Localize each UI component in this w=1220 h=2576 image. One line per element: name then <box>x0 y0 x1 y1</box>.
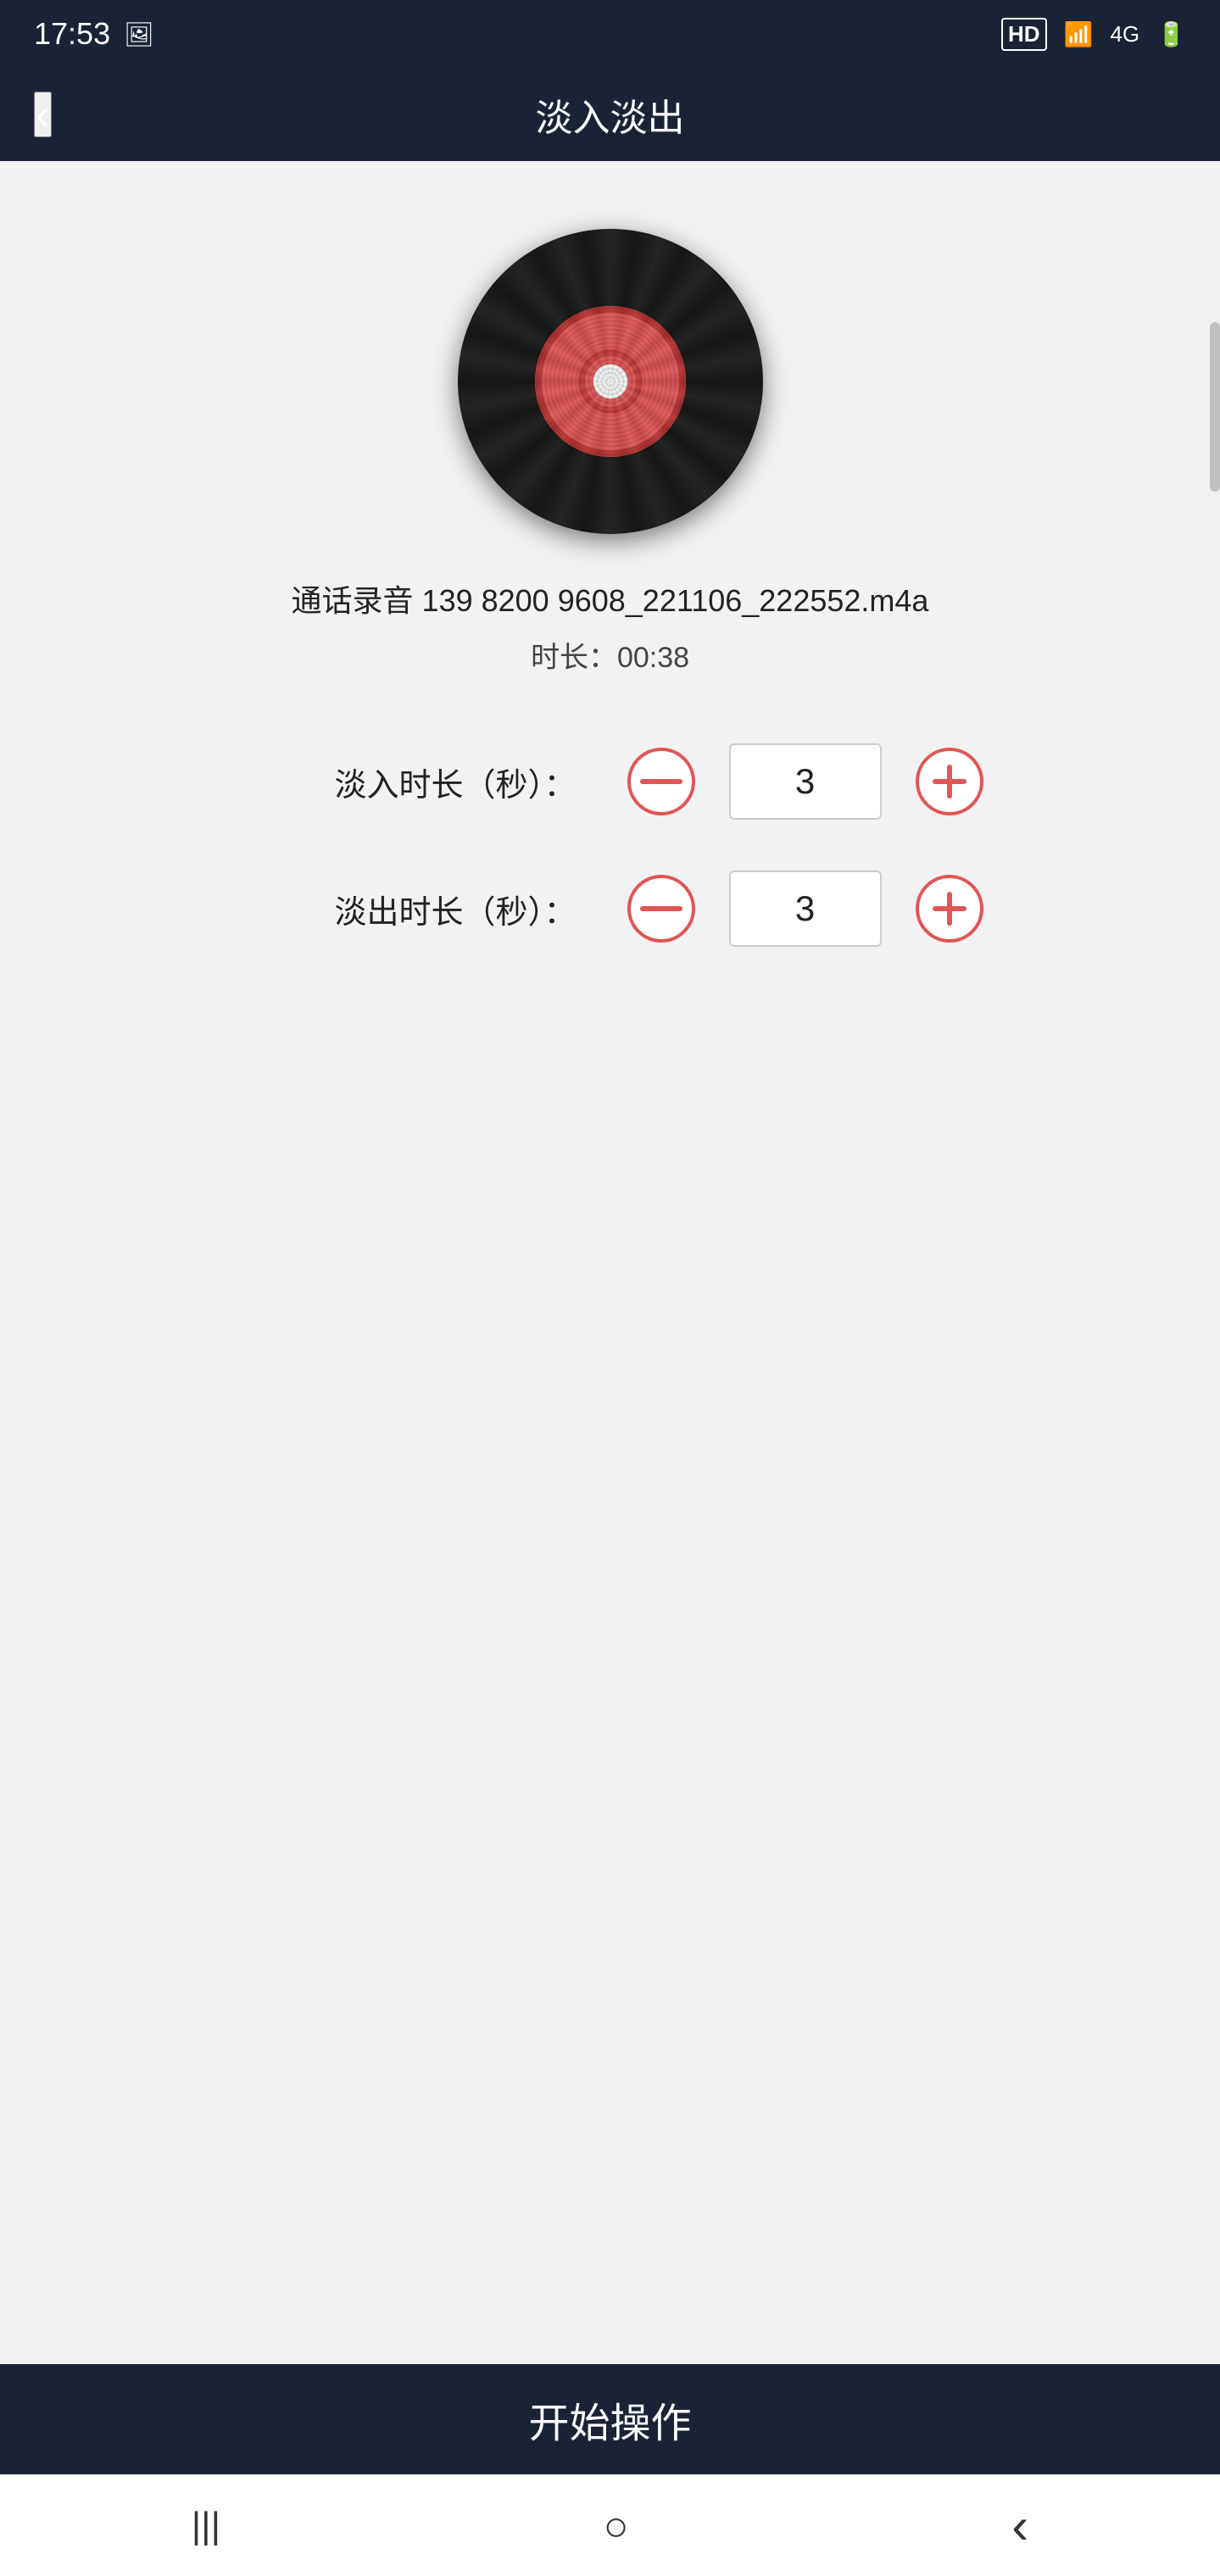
minus-icon <box>640 779 682 784</box>
wifi-icon: 📶 <box>1064 20 1094 48</box>
fade-out-minus-button[interactable] <box>627 875 695 943</box>
bottom-bar: 开始操作 <box>0 2364 1220 2474</box>
main-content: 通话录音 139 8200 9608_221106_222552.m4a 时长：… <box>0 161 1220 2364</box>
fade-in-input[interactable] <box>729 743 882 820</box>
scrollbar[interactable] <box>1210 322 1220 492</box>
track-title: 通话录音 139 8200 9608_221106_222552.m4a <box>241 576 980 620</box>
battery-icon: 🔋 <box>1156 20 1186 48</box>
nav-home-icon[interactable]: ○ <box>604 2501 629 2551</box>
track-duration: 时长：00:38 <box>531 634 689 676</box>
status-bar: 17:53 🖼 HD 📶 4G 🔋 <box>0 0 1220 68</box>
hd-badge: HD <box>1001 18 1047 51</box>
back-button[interactable]: ‹ <box>34 92 52 137</box>
status-time: 17:53 <box>34 16 110 52</box>
start-button[interactable]: 开始操作 <box>528 2390 691 2449</box>
page-title: 淡入淡出 <box>536 87 685 142</box>
nav-menu-icon[interactable]: ||| <box>192 2505 220 2547</box>
nav-bar: ||| ○ ‹ <box>0 2474 1220 2576</box>
nav-back-icon[interactable]: ‹ <box>1011 2496 1028 2555</box>
vinyl-record <box>458 229 763 534</box>
fade-in-label: 淡入时长（秒）： <box>237 759 577 805</box>
fade-out-plus-button[interactable] <box>916 875 983 943</box>
fade-out-input[interactable] <box>729 871 882 947</box>
fade-in-plus-button[interactable] <box>916 748 983 815</box>
photo-icon: 🖼 <box>124 20 154 48</box>
fade-in-minus-button[interactable] <box>627 748 695 815</box>
fade-in-row: 淡入时长（秒）： <box>68 743 1152 820</box>
toolbar: ‹ 淡入淡出 <box>0 68 1220 161</box>
vinyl-record-container <box>458 229 763 534</box>
controls-section: 淡入时长（秒）： 淡出时长（秒）： <box>0 743 1220 947</box>
plus-icon-2 <box>931 890 968 927</box>
fade-out-label: 淡出时长（秒）： <box>237 886 577 932</box>
status-bar-left: 17:53 🖼 <box>34 16 154 52</box>
minus-icon-2 <box>640 906 682 911</box>
signal-icon: 4G <box>1110 21 1139 47</box>
fade-out-row: 淡出时长（秒）： <box>68 871 1152 947</box>
vinyl-grooves <box>458 229 763 534</box>
status-bar-right: HD 📶 4G 🔋 <box>1001 18 1186 51</box>
plus-icon <box>931 763 968 800</box>
